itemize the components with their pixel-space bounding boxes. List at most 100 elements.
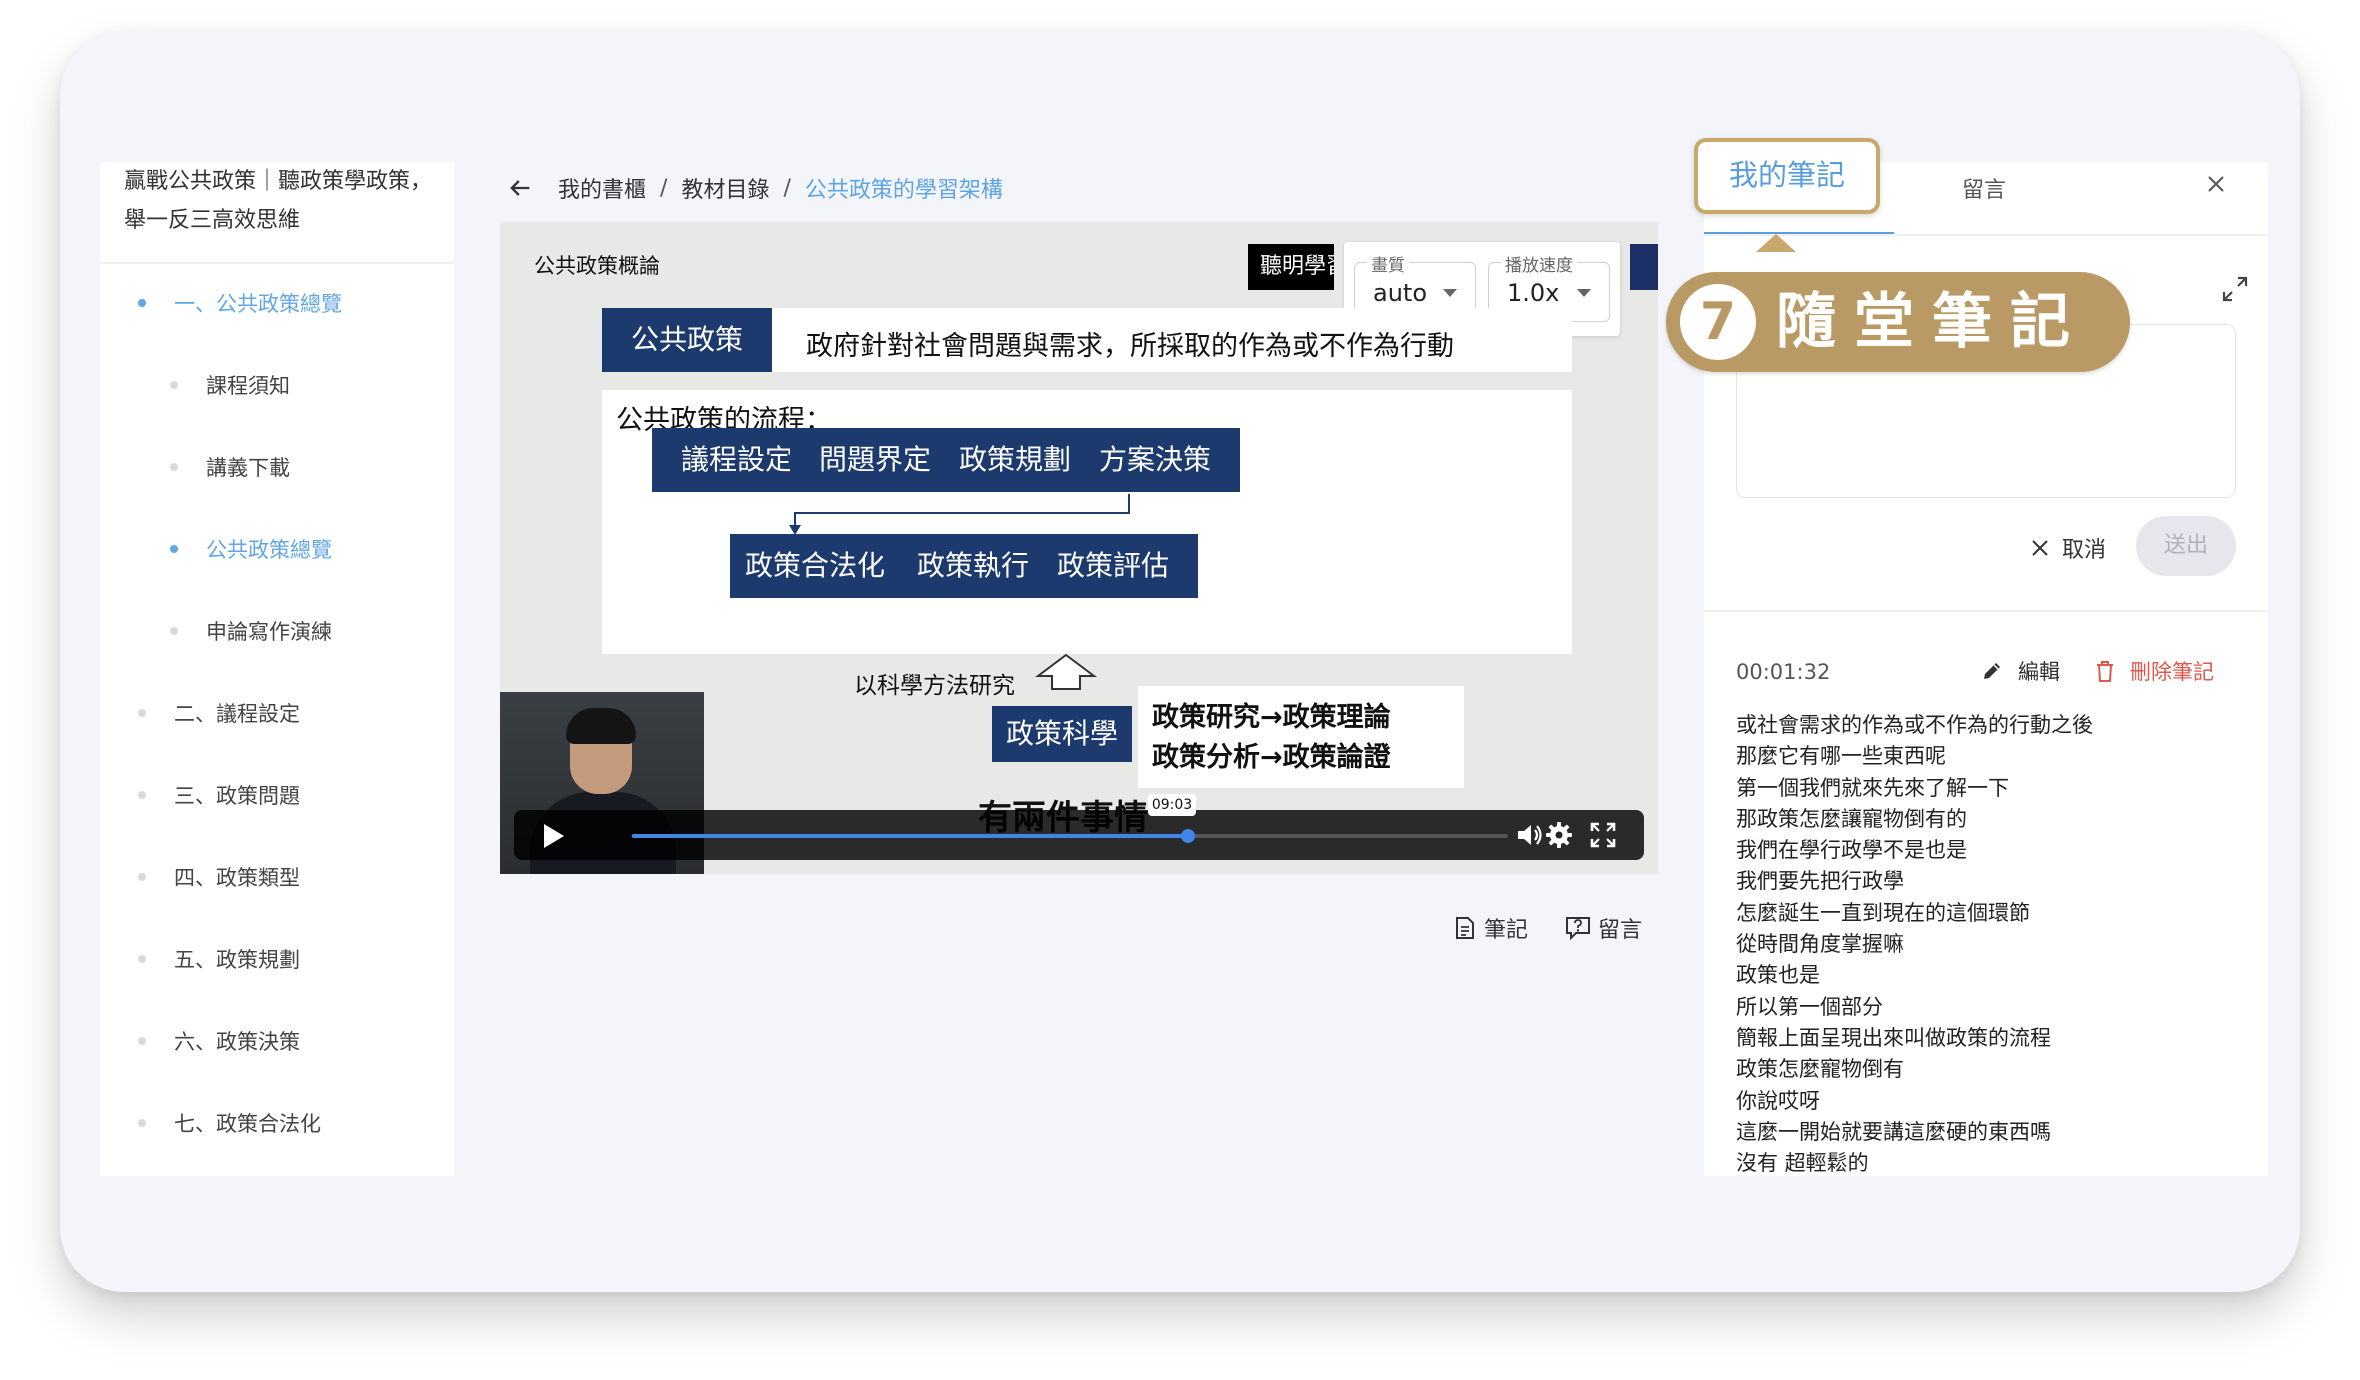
sidebar-item-label: 公共政策總覽 bbox=[206, 538, 332, 562]
lesson-notes-badge: 7 隨堂筆記 bbox=[1666, 272, 2130, 372]
sidebar-divider bbox=[100, 262, 454, 264]
time-tooltip: 09:03 bbox=[1148, 794, 1196, 816]
note-line: 你說哎呀 bbox=[1736, 1088, 1820, 1113]
sidebar-item-label: 申論寫作演練 bbox=[206, 620, 332, 644]
sidebar-item-chapter-7[interactable]: 七、政策合法化 bbox=[138, 1108, 321, 1138]
breadcrumb-separator: / bbox=[660, 175, 668, 201]
flow-connector bbox=[789, 494, 1130, 535]
sidebar-item-label: 三、政策問題 bbox=[174, 784, 300, 808]
volume-icon[interactable] bbox=[1514, 820, 1544, 850]
brand-edge bbox=[1630, 244, 1658, 290]
sidebar-item-label: 五、政策規劃 bbox=[174, 948, 300, 972]
delete-note-label: 刪除筆記 bbox=[2130, 660, 2214, 684]
note-line: 那麼它有哪一些東西呢 bbox=[1736, 744, 1946, 769]
slide-definition-box: 政府針對社會問題與需求，所採取的作為或不作為行動 bbox=[772, 308, 1572, 372]
slide-policy-label: 公共政策 bbox=[602, 308, 772, 372]
bullet-icon bbox=[138, 1037, 146, 1045]
tab-my-notes[interactable]: 我的筆記 bbox=[1694, 138, 1880, 214]
note-line: 從時間角度掌握嘛 bbox=[1736, 932, 1904, 957]
bullet-icon bbox=[138, 873, 146, 881]
back-arrow-icon[interactable] bbox=[506, 174, 534, 202]
close-icon[interactable] bbox=[2204, 172, 2228, 196]
progress-thumb[interactable] bbox=[1181, 829, 1196, 843]
bullet-icon bbox=[138, 299, 146, 307]
breadcrumb-separator: / bbox=[783, 175, 791, 201]
video-control-bar: 09:03 bbox=[514, 794, 1644, 860]
tab-pointer bbox=[1756, 234, 1796, 252]
note-line: 政策怎麼寵物倒有 bbox=[1736, 1057, 1904, 1082]
presenter-hair bbox=[566, 708, 636, 744]
tab-comments[interactable]: 留言 bbox=[1962, 172, 2006, 204]
flow-step: 政策合法化 bbox=[730, 534, 900, 598]
note-line: 我們在學行政學不是也是 bbox=[1736, 838, 1967, 863]
fullscreen-icon[interactable] bbox=[1588, 820, 1618, 850]
sidebar-item-chapter-4[interactable]: 四、政策類型 bbox=[138, 862, 300, 892]
sidebar-item-label: 課程須知 bbox=[206, 374, 290, 398]
course-title: 贏戰公共政策｜聽政策學政策，舉一反三高效思維 bbox=[124, 169, 433, 233]
note-line: 怎麼誕生一直到現在的這個環節 bbox=[1736, 900, 2030, 925]
bullet-icon bbox=[170, 463, 178, 471]
comments-button[interactable]: 留言 bbox=[1564, 912, 1642, 944]
sidebar-item-essay-practice[interactable]: 申論寫作演練 bbox=[170, 616, 332, 646]
badge-text: 隨堂筆記 bbox=[1776, 287, 2088, 357]
research-label: 以科學方法研究 bbox=[854, 673, 1015, 699]
sidebar-item-label: 七、政策合法化 bbox=[174, 1112, 321, 1136]
slide-header: 公共政策概論 bbox=[534, 254, 660, 278]
sidebar-item-label: 一、公共政策總覽 bbox=[174, 292, 342, 316]
delete-note-button[interactable]: 刪除筆記 bbox=[2094, 656, 2214, 686]
note-line: 這麼一開始就要講這麼硬的東西嗎 bbox=[1736, 1119, 2051, 1144]
bullet-icon bbox=[138, 791, 146, 799]
note-line: 政策也是 bbox=[1736, 963, 1820, 988]
note-line: 沒有 超輕鬆的 bbox=[1736, 1151, 1869, 1176]
caret-down-icon bbox=[1443, 289, 1457, 297]
progress-bar[interactable] bbox=[632, 829, 1508, 843]
edit-note-label: 編輯 bbox=[2018, 660, 2060, 684]
note-line: 那政策怎麼讓寵物倒有的 bbox=[1736, 806, 1967, 831]
note-line: 所以第一個部分 bbox=[1736, 994, 1883, 1019]
sidebar-item-policy-overview[interactable]: 公共政策總覽 bbox=[170, 534, 332, 564]
bullet-icon bbox=[138, 709, 146, 717]
course-sidebar: 贏戰公共政策｜聽政策學政策，舉一反三高效思維 一、公共政策總覽 課程須知 講義下… bbox=[100, 162, 454, 1176]
video-player[interactable]: 公共政策概論 聽明學習 畫質 auto 播放速度 1.0x 公共政策 政府針對社… bbox=[500, 222, 1658, 874]
speed-label: 播放速度 bbox=[1501, 251, 1577, 276]
note-line: 簡報上面呈現出來叫做政策的流程 bbox=[1736, 1025, 2051, 1050]
breadcrumb: 我的書櫃 / 教材目錄 / 公共政策的學習架構 bbox=[506, 170, 1003, 206]
gear-icon[interactable] bbox=[1544, 820, 1574, 850]
sidebar-item-chapter-6[interactable]: 六、政策決策 bbox=[138, 1026, 300, 1056]
sidebar-item-chapter-1[interactable]: 一、公共政策總覽 bbox=[138, 288, 342, 318]
video-actions: 筆記 留言 bbox=[1452, 912, 1678, 944]
quality-label: 畫質 bbox=[1367, 251, 1409, 276]
close-icon bbox=[2032, 540, 2048, 556]
research-line: 政策分析→政策論證 bbox=[1152, 742, 1391, 773]
speed-value: 1.0x bbox=[1507, 279, 1560, 307]
sidebar-item-label: 講義下載 bbox=[206, 456, 290, 480]
breadcrumb-catalog[interactable]: 教材目錄 bbox=[681, 172, 769, 204]
caret-down-icon bbox=[1577, 289, 1591, 297]
edit-note-button[interactable]: 編輯 bbox=[1980, 656, 2060, 686]
note-timestamp[interactable]: 00:01:32 bbox=[1736, 660, 1830, 684]
sidebar-item-label: 四、政策類型 bbox=[174, 866, 300, 890]
sidebar-item-handout-download[interactable]: 講義下載 bbox=[170, 452, 290, 482]
bullet-icon bbox=[138, 1119, 146, 1127]
cancel-button-label: 取消 bbox=[2062, 538, 2107, 563]
progress-fill bbox=[632, 834, 1189, 838]
play-icon[interactable] bbox=[538, 822, 568, 850]
sidebar-item-chapter-5[interactable]: 五、政策規劃 bbox=[138, 944, 300, 974]
flow-step: 政策評估 bbox=[1028, 534, 1198, 598]
breadcrumb-bookshelf[interactable]: 我的書櫃 bbox=[558, 172, 646, 204]
note-line: 我們要先把行政學 bbox=[1736, 869, 1904, 894]
bullet-icon bbox=[170, 545, 178, 553]
slide-definition: 政府針對社會問題與需求，所採取的作為或不作為行動 bbox=[806, 331, 1454, 362]
notes-button[interactable]: 筆記 bbox=[1452, 912, 1528, 944]
sidebar-item-chapter-3[interactable]: 三、政策問題 bbox=[138, 780, 300, 810]
comment-question-icon bbox=[1566, 917, 1591, 941]
slide-flow-panel: 公共政策的流程： 議程設定 問題界定 政策規劃 方案決策 政策合法化 政策執行 … bbox=[602, 390, 1572, 654]
research-panel: 政策研究→政策理論 政策分析→政策論證 bbox=[1138, 686, 1464, 788]
send-button[interactable]: 送出 bbox=[2136, 516, 2236, 576]
sidebar-item-course-notice[interactable]: 課程須知 bbox=[170, 370, 290, 400]
cancel-button[interactable]: 取消 bbox=[2030, 532, 2106, 564]
expand-icon[interactable] bbox=[2220, 274, 2250, 304]
note-content: 或社會需求的作為或不作為的行動之後 那麼它有哪一些東西呢 第一個我們就來先來了解… bbox=[1736, 710, 2236, 1176]
sidebar-item-chapter-2[interactable]: 二、議程設定 bbox=[138, 698, 300, 728]
trash-icon bbox=[2097, 661, 2113, 682]
